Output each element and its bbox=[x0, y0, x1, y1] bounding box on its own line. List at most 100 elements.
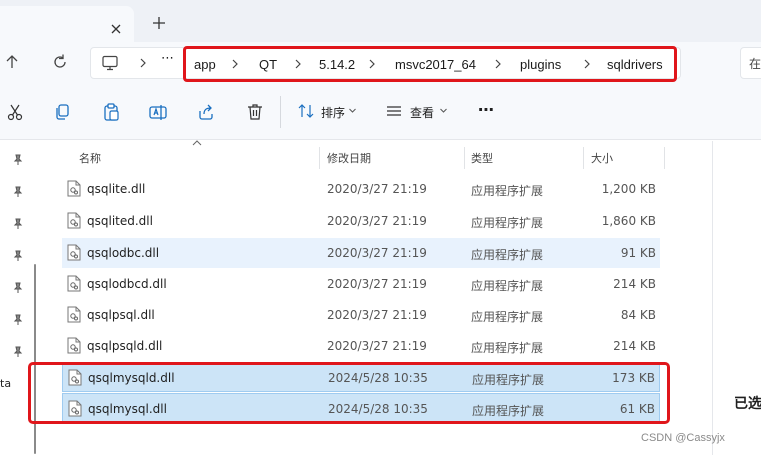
file-name: qsqlpsqld.dll bbox=[87, 339, 163, 353]
pin-icon[interactable] bbox=[12, 186, 24, 198]
file-type: 应用程序扩展 bbox=[471, 341, 544, 355]
column-divider[interactable] bbox=[664, 147, 665, 169]
search-placeholder: 在 bbox=[749, 57, 761, 71]
column-header-name[interactable]: 名称 bbox=[79, 150, 101, 166]
column-header-size[interactable]: 大小 bbox=[591, 150, 613, 166]
chevron-right-icon[interactable] bbox=[293, 57, 303, 71]
view-icon bbox=[387, 106, 401, 116]
details-pane-divider[interactable] bbox=[712, 141, 713, 455]
pin-icon[interactable] bbox=[12, 250, 24, 262]
breadcrumb-item-sqldrivers[interactable]: sqldrivers bbox=[607, 56, 663, 74]
chevron-down-icon bbox=[440, 108, 447, 113]
close-icon[interactable] bbox=[106, 19, 126, 39]
dll-file-icon bbox=[67, 337, 81, 354]
dll-file-icon bbox=[67, 212, 81, 229]
more-options-button[interactable]: ⋯ bbox=[478, 100, 500, 122]
view-label: 查看 bbox=[410, 106, 435, 120]
share-icon[interactable] bbox=[196, 102, 216, 122]
cut-icon[interactable] bbox=[5, 102, 25, 122]
computer-icon[interactable] bbox=[101, 55, 119, 71]
table-row[interactable]: qsqlite.dll 2020/3/27 21:19 应用程序扩展 1,200… bbox=[62, 174, 660, 204]
dll-file-icon bbox=[67, 306, 81, 323]
address-bar[interactable]: ⋯ app QT 5.14.2 msvc2017_64 plugins sqld… bbox=[90, 46, 681, 82]
scrollbar[interactable] bbox=[34, 264, 36, 454]
file-date: 2020/3/27 21:19 bbox=[327, 277, 427, 291]
column-divider[interactable] bbox=[319, 147, 320, 169]
chevron-right-icon[interactable] bbox=[230, 57, 240, 71]
file-size: 1,200 KB bbox=[601, 182, 656, 196]
sort-icon bbox=[298, 104, 314, 118]
file-name: qsqlite.dll bbox=[87, 182, 146, 196]
sort-label: 排序 bbox=[321, 106, 346, 120]
file-name: qsqlodbcd.dll bbox=[87, 277, 167, 291]
chevron-right-icon[interactable] bbox=[493, 57, 503, 71]
dll-file-icon bbox=[67, 275, 81, 292]
file-name: qsqlited.dll bbox=[87, 214, 153, 228]
view-button[interactable]: 查看 bbox=[385, 100, 451, 124]
copy-icon[interactable] bbox=[52, 102, 72, 122]
table-row[interactable]: qsqlited.dll 2020/3/27 21:19 应用程序扩展 1,86… bbox=[62, 206, 660, 236]
table-row[interactable]: qsqlpsql.dll 2020/3/27 21:19 应用程序扩展 84 K… bbox=[62, 300, 660, 330]
file-size: 84 KB bbox=[620, 308, 656, 322]
file-date: 2020/3/27 21:19 bbox=[327, 308, 427, 322]
chevron-right-icon[interactable] bbox=[582, 57, 592, 71]
file-type: 应用程序扩展 bbox=[471, 216, 544, 230]
search-input[interactable]: 在 bbox=[740, 47, 761, 79]
chevron-down-icon bbox=[349, 108, 356, 113]
breadcrumb-item-qt[interactable]: QT bbox=[259, 56, 277, 74]
breadcrumb-item-version[interactable]: 5.14.2 bbox=[319, 56, 355, 74]
tab-strip bbox=[0, 0, 761, 42]
column-divider[interactable] bbox=[583, 147, 584, 169]
plus-icon[interactable] bbox=[148, 12, 170, 34]
navigation-bar: ⋯ app QT 5.14.2 msvc2017_64 plugins sqld… bbox=[0, 42, 761, 84]
pin-icon[interactable] bbox=[12, 218, 24, 230]
delete-icon[interactable] bbox=[245, 102, 265, 122]
breadcrumb: app QT 5.14.2 msvc2017_64 plugins sqldri… bbox=[183, 46, 677, 82]
column-headers: 名称 修改日期 类型 大小 bbox=[62, 140, 665, 173]
paste-icon[interactable] bbox=[101, 102, 121, 122]
dll-file-icon bbox=[67, 180, 81, 197]
file-size: 91 KB bbox=[620, 246, 656, 260]
nav-item-label[interactable]: ta bbox=[0, 377, 11, 390]
file-type: 应用程序扩展 bbox=[471, 279, 544, 293]
file-size: 214 KB bbox=[613, 339, 656, 353]
file-type: 应用程序扩展 bbox=[471, 310, 544, 324]
table-row[interactable]: qsqlpsqld.dll 2020/3/27 21:19 应用程序扩展 214… bbox=[62, 331, 660, 361]
breadcrumb-overflow-button[interactable]: ⋯ bbox=[161, 51, 179, 73]
column-header-date[interactable]: 修改日期 bbox=[327, 150, 371, 166]
table-row[interactable]: qsqlodbcd.dll 2020/3/27 21:19 应用程序扩展 214… bbox=[62, 269, 660, 299]
details-pane-title: 已选 bbox=[734, 396, 761, 412]
file-date: 2020/3/27 21:19 bbox=[327, 214, 427, 228]
file-date: 2020/3/27 21:19 bbox=[327, 339, 427, 353]
file-size: 214 KB bbox=[613, 277, 656, 291]
toolbar-divider bbox=[280, 96, 281, 128]
chevron-right-icon[interactable] bbox=[137, 55, 149, 71]
file-name: qsqlpsql.dll bbox=[87, 308, 155, 322]
watermark: CSDN @Cassyjx bbox=[641, 432, 725, 444]
chevron-up-icon bbox=[192, 140, 202, 146]
command-bar: 排序 查看 ⋯ bbox=[0, 84, 761, 140]
column-header-type[interactable]: 类型 bbox=[471, 150, 493, 166]
file-size: 1,860 KB bbox=[601, 214, 656, 228]
pin-icon[interactable] bbox=[12, 282, 24, 294]
file-date: 2020/3/27 21:19 bbox=[327, 182, 427, 196]
file-date: 2020/3/27 21:19 bbox=[327, 246, 427, 260]
rename-icon[interactable] bbox=[148, 102, 168, 122]
breadcrumb-item-app[interactable]: app bbox=[194, 56, 216, 74]
pin-icon[interactable] bbox=[12, 314, 24, 326]
breadcrumb-item-msvc[interactable]: msvc2017_64 bbox=[395, 56, 476, 74]
active-tab[interactable] bbox=[0, 6, 134, 42]
file-name: qsqlodbc.dll bbox=[87, 246, 160, 260]
pin-icon[interactable] bbox=[12, 154, 24, 166]
pin-icon[interactable] bbox=[12, 346, 24, 358]
table-row[interactable]: qsqlodbc.dll 2020/3/27 21:19 应用程序扩展 91 K… bbox=[62, 238, 660, 268]
sort-button[interactable]: 排序 bbox=[297, 100, 363, 124]
chevron-right-icon[interactable] bbox=[367, 57, 377, 71]
highlight-annotation bbox=[28, 362, 670, 424]
arrow-up-icon[interactable] bbox=[2, 52, 22, 72]
column-divider[interactable] bbox=[464, 147, 465, 169]
dll-file-icon bbox=[67, 244, 81, 261]
refresh-icon[interactable] bbox=[50, 52, 70, 72]
file-type: 应用程序扩展 bbox=[471, 184, 544, 198]
breadcrumb-item-plugins[interactable]: plugins bbox=[520, 56, 561, 74]
